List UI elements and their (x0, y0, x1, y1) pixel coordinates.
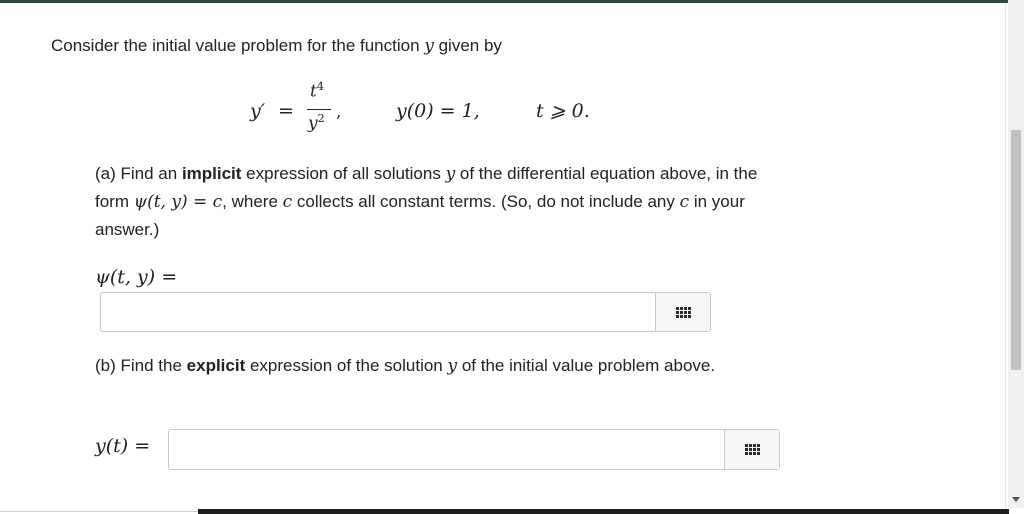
part-a-form: ψ(t, y) = c (133, 192, 223, 212)
frac-denominator: y2 (308, 112, 325, 134)
num-base: t (310, 81, 317, 102)
num-exp: 4 (316, 80, 324, 93)
eq-lhs: y′ (250, 100, 266, 122)
frac-numerator: t4 (310, 80, 324, 102)
part-a-prompt: (a) Find an implicit expression of all s… (95, 160, 795, 244)
question-intro: Consider the initial value problem for t… (51, 36, 502, 56)
part-a-text: expression of all solutions (241, 164, 446, 183)
answer-b-input[interactable] (169, 430, 724, 469)
ivp-equation: y′ = t4 y2 , y(0) = 1, t ⩾ 0. (0, 80, 1000, 140)
keypad-grid-icon (744, 444, 760, 455)
intro-suffix: given by (433, 36, 502, 55)
intro-var: y (424, 36, 434, 56)
answer-a-label: ψ(t, y) = (95, 266, 178, 288)
horizontal-scrollbar[interactable] (198, 509, 1009, 514)
answer-b-label: y(t) = (95, 435, 151, 457)
answer-b-field (168, 429, 780, 470)
eq-equals: = (278, 100, 294, 122)
bottom-divider (0, 511, 198, 512)
bottom-bar (0, 508, 1024, 514)
answer-b-keypad-button[interactable] (724, 430, 779, 469)
scrollbar-thumb[interactable] (1011, 130, 1021, 370)
scroll-down-arrow-icon[interactable] (1012, 497, 1020, 502)
initial-condition: y(0) = 1, (396, 100, 480, 122)
part-a-var-c: c (679, 192, 690, 212)
answer-a-keypad-button[interactable] (655, 293, 710, 331)
vertical-scrollbar[interactable] (1008, 0, 1024, 508)
part-a-text: , where (222, 192, 283, 211)
part-a-bold: implicit (181, 164, 242, 183)
part-a-var-y: y (445, 164, 456, 184)
answer-a-input[interactable] (101, 293, 655, 331)
keypad-grid-icon (675, 306, 691, 318)
frac-comma: , (336, 102, 342, 122)
den-base: y (308, 113, 318, 134)
part-b-text: of the initial value problem above. (457, 356, 716, 375)
answer-a-field (100, 292, 711, 332)
part-b-bold: explicit (186, 356, 246, 375)
page: Consider the initial value problem for t… (0, 0, 1024, 514)
part-b-text: expression of the solution (245, 356, 448, 375)
part-b-text: (b) Find the (95, 356, 187, 375)
fraction-bar (307, 109, 331, 110)
part-b-var-y: y (447, 356, 458, 376)
intro-text: Consider the initial value problem for t… (51, 36, 425, 55)
part-a-var-c: c (282, 192, 293, 212)
part-b-prompt: (b) Find the explicit expression of the … (95, 352, 795, 380)
domain-condition: t ⩾ 0. (536, 100, 590, 122)
part-a-text: collects all constant terms. (So, do not… (292, 192, 680, 211)
part-a-text: (a) Find an (95, 164, 182, 183)
den-exp: 2 (317, 112, 325, 125)
